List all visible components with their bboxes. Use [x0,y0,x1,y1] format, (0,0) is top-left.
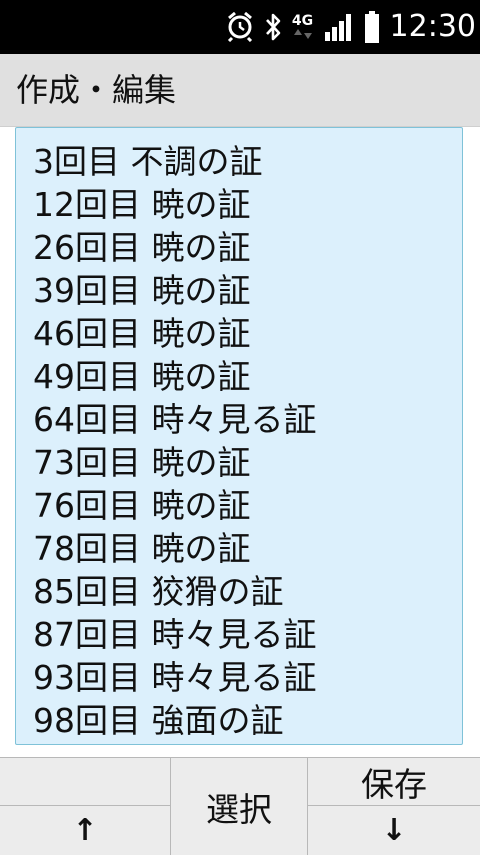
list-item[interactable]: 39回目 暁の証 [33,269,462,312]
softkey-left-top[interactable] [0,758,171,806]
down-arrow-icon: ↓ [381,813,407,848]
up-arrow-button[interactable]: ↑ [0,806,171,855]
list-item[interactable]: 73回目 暁の証 [33,441,462,484]
list-item[interactable]: 76回目 暁の証 [33,484,462,527]
up-arrow-icon: ↑ [72,813,98,848]
list-item[interactable]: 26回目 暁の証 [33,226,462,269]
list-item[interactable]: 85回目 狡猾の証 [33,570,462,613]
alarm-icon [226,12,254,42]
app-bar: 作成・編集 [0,54,480,127]
signal-icon [324,12,354,42]
status-icons: 4G 12:30 [226,0,480,54]
list-item[interactable]: 12回目 暁の証 [33,183,462,226]
list-item[interactable]: 49回目 暁の証 [33,355,462,398]
down-arrow-button[interactable]: ↓ [308,806,480,855]
list-item[interactable]: 78回目 暁の証 [33,527,462,570]
list-item[interactable]: 93回目 時々見る証 [33,656,462,699]
status-bar: 4G 12:30 [0,0,480,54]
list-item[interactable]: 87回目 時々見る証 [33,613,462,656]
clock: 12:30 [389,9,476,44]
bluetooth-icon [264,12,282,42]
text-list-panel[interactable]: 3回目 不調の証 12回目 暁の証 26回目 暁の証 39回目 暁の証 46回目… [15,127,463,745]
save-button[interactable]: 保存 [308,758,480,806]
battery-icon [364,11,380,43]
list-item[interactable]: 98回目 強面の証 [33,699,462,742]
list-item[interactable]: 3回目 不調の証 [33,140,462,183]
softkey-bar: ↑ 選択 保存 ↓ [0,757,480,855]
network-4g-icon: 4G [292,14,314,40]
list-item[interactable]: 64回目 時々見る証 [33,398,462,441]
list-item[interactable]: 46回目 暁の証 [33,312,462,355]
item-list: 3回目 不調の証 12回目 暁の証 26回目 暁の証 39回目 暁の証 46回目… [16,128,462,742]
page-title: 作成・編集 [16,71,177,109]
select-button[interactable]: 選択 [171,758,308,855]
